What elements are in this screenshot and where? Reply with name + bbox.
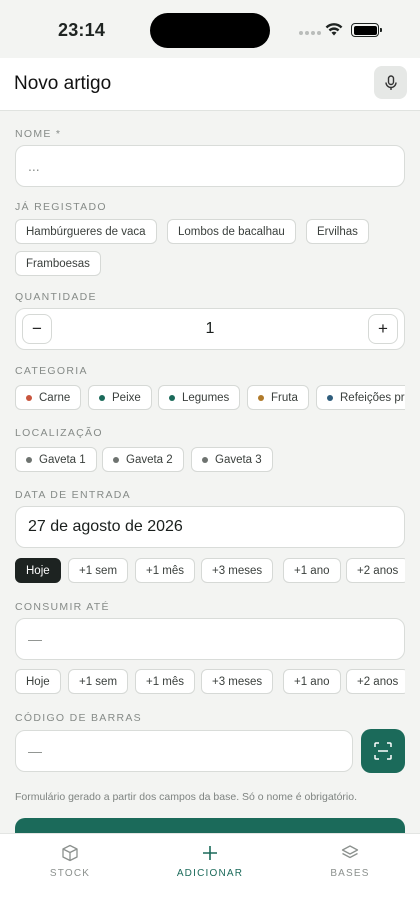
entry-shortcut-1-week[interactable]: +1 sem — [68, 558, 129, 583]
decrement-button[interactable]: − — [22, 314, 52, 344]
chip-label: Carne — [39, 391, 71, 404]
status-bar: 23:14 — [0, 0, 420, 58]
name-input[interactable]: ... — [15, 145, 405, 187]
entry-shortcut-1-month[interactable]: +1 mês — [135, 558, 196, 583]
consume-shortcut-today[interactable]: Hoje — [15, 669, 61, 694]
color-dot-icon — [202, 456, 208, 463]
color-dot-icon — [258, 394, 264, 401]
tab-bases[interactable]: BASES — [300, 844, 400, 879]
consume-shortcut-1-year[interactable]: +1 ano — [283, 669, 341, 694]
registered-chip[interactable]: Ervilhas — [306, 219, 369, 244]
chip-label: Peixe — [112, 391, 141, 404]
header: Novo artigo — [0, 58, 420, 111]
category-label: CATEGORIA — [15, 365, 88, 377]
chip-label: Gaveta 2 — [126, 453, 173, 466]
registered-chip[interactable]: Framboesas — [15, 251, 101, 276]
voice-input-button[interactable] — [374, 66, 407, 99]
page-title: Novo artigo — [14, 73, 112, 94]
barcode-input[interactable]: — — [15, 730, 353, 772]
layers-icon — [341, 845, 359, 859]
consume-by-field[interactable]: — — [15, 618, 405, 660]
quantity-stepper: 1 − + — [15, 308, 405, 350]
entry-date-shortcuts: Hoje +1 sem +1 mês +3 meses +1 ano +2 an… — [0, 556, 405, 586]
color-dot-icon — [26, 394, 32, 401]
category-chip-peixe[interactable]: Peixe — [88, 385, 152, 410]
entry-shortcut-today[interactable]: Hoje — [15, 558, 61, 583]
chip-label: Fruta — [271, 391, 298, 404]
tab-stock[interactable]: STOCK — [20, 844, 120, 879]
chip-label: Refeições prontas — [340, 391, 405, 404]
submit-button[interactable] — [15, 818, 405, 833]
chip-label: Gaveta 1 — [39, 453, 86, 466]
registered-label: JÁ REGISTADO — [15, 201, 107, 213]
quantity-value: 1 — [205, 320, 215, 337]
entry-date-label: DATA DE ENTRADA — [15, 489, 131, 501]
entry-shortcut-3-months[interactable]: +3 meses — [201, 558, 274, 583]
new-item-form: NOME * ... JÁ REGISTADO Hambúrgueres de … — [0, 111, 420, 833]
category-chip-fruta[interactable]: Fruta — [247, 385, 309, 410]
consume-shortcut-3-months[interactable]: +3 meses — [201, 669, 274, 694]
color-dot-icon — [26, 456, 32, 463]
status-time: 23:14 — [58, 20, 106, 40]
consume-by-shortcuts: Hoje +1 sem +1 mês +3 meses +1 ano +2 an… — [0, 667, 405, 697]
quantity-label: QUANTIDADE — [15, 291, 97, 303]
color-dot-icon — [99, 394, 105, 401]
signal-dots-icon — [299, 31, 321, 35]
bottom-tab-bar: STOCK ADICIONAR BASES — [0, 833, 420, 913]
consume-by-label: CONSUMIR ATÉ — [15, 601, 110, 613]
chip-label: Legumes — [182, 391, 230, 404]
consume-shortcut-2-years[interactable]: +2 anos — [346, 669, 405, 694]
battery-icon — [351, 23, 382, 37]
entry-shortcut-2-years[interactable]: +2 anos — [346, 558, 405, 583]
name-label: NOME * — [15, 128, 62, 140]
location-label: LOCALIZAÇÃO — [15, 427, 103, 439]
plus-icon — [203, 846, 217, 860]
category-chip-carne[interactable]: Carne — [15, 385, 82, 410]
wifi-icon — [325, 23, 343, 36]
location-chip-gaveta-1[interactable]: Gaveta 1 — [15, 447, 97, 472]
entry-date-field[interactable]: 27 de agosto de 2026 — [15, 506, 405, 548]
microphone-icon — [384, 74, 397, 90]
scan-barcode-button[interactable] — [361, 729, 405, 773]
registered-chip[interactable]: Hambúrgueres de vaca — [15, 219, 157, 244]
tab-label: STOCK — [49, 868, 91, 879]
consume-shortcut-1-week[interactable]: +1 sem — [68, 669, 129, 694]
color-dot-icon — [327, 394, 333, 401]
entry-shortcut-1-year[interactable]: +1 ano — [283, 558, 341, 583]
location-chip-gaveta-3[interactable]: Gaveta 3 — [191, 447, 273, 472]
barcode-scan-icon — [374, 742, 392, 760]
consume-shortcut-1-month[interactable]: +1 mês — [135, 669, 196, 694]
dynamic-island — [150, 13, 270, 48]
tab-adicionar[interactable]: ADICIONAR — [160, 844, 260, 879]
barcode-label: CÓDIGO DE BARRAS — [15, 712, 142, 724]
color-dot-icon — [113, 456, 119, 463]
location-chip-gaveta-2[interactable]: Gaveta 2 — [102, 447, 184, 472]
tab-label: ADICIONAR — [176, 868, 244, 879]
increment-button[interactable]: + — [368, 314, 398, 344]
chip-label: Gaveta 3 — [215, 453, 262, 466]
tab-label: BASES — [330, 868, 370, 879]
form-note: Formulário gerado a partir dos campos da… — [15, 791, 358, 803]
category-chip-legumes[interactable]: Legumes — [158, 385, 241, 410]
box-icon — [62, 844, 78, 862]
color-dot-icon — [169, 394, 175, 401]
registered-chip[interactable]: Lombos de bacalhau — [167, 219, 296, 244]
category-chip-refeicoes[interactable]: Refeições prontas — [316, 385, 405, 410]
category-chip-row: Carne Peixe Legumes Fruta Refeições pron… — [0, 383, 405, 413]
